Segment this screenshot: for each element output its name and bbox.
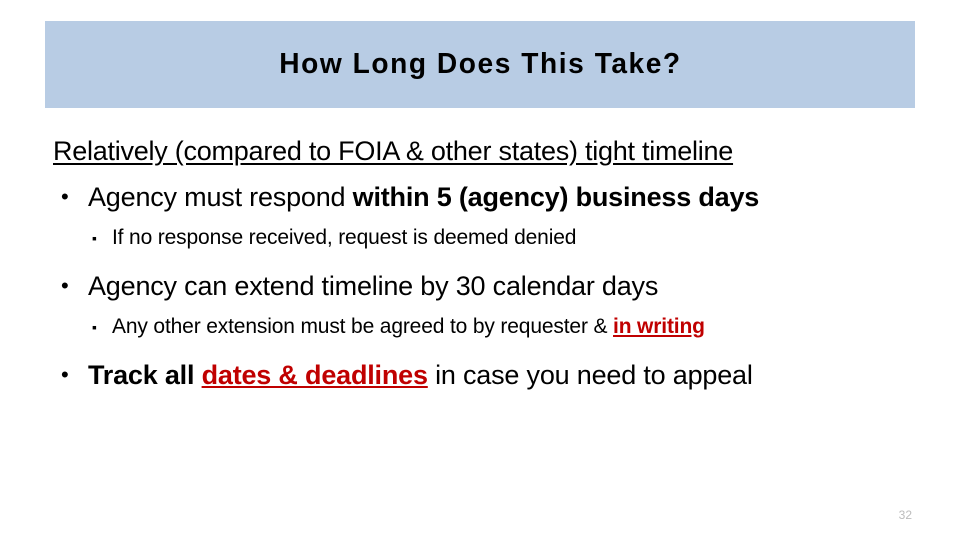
sub-bullet-text: If no response received, request is deem…	[112, 226, 577, 249]
slide-body: Relatively (compared to FOIA & other sta…	[52, 131, 912, 397]
sub-bullet-item: ▪ If no response received, request is de…	[52, 219, 912, 257]
bullet-marker-square-icon: ▪	[92, 230, 97, 246]
bullet-text-bold: within 5 (agency) business days	[352, 182, 760, 212]
bullet-text-normal: in case you need to appeal	[427, 360, 753, 390]
bullet-text-bold: Track all	[88, 360, 202, 390]
bullet-item: • Agency must respond within 5 (agency) …	[52, 175, 912, 219]
page-title: How Long Does This Take?	[278, 48, 682, 80]
title-band: How Long Does This Take?	[45, 21, 915, 108]
slide-canvas: How Long Does This Take? Relatively (com…	[0, 0, 960, 540]
bullet-marker-dot-icon: •	[61, 362, 69, 387]
bullet-marker-square-icon: ▪	[92, 319, 97, 335]
lead-statement-text: Relatively (compared to FOIA & other sta…	[53, 136, 734, 166]
bullet-text-normal: Agency can extend timeline by 30 calenda…	[88, 271, 659, 301]
lead-statement: Relatively (compared to FOIA & other sta…	[52, 131, 912, 171]
bullet-item: • Track all dates & deadlines in case yo…	[52, 353, 912, 397]
sub-bullet-text: Any other extension must be agreed to by…	[112, 315, 614, 338]
bullet-marker-dot-icon: •	[61, 184, 69, 209]
bullet-marker-dot-icon: •	[61, 273, 69, 298]
sub-bullet-item: ▪ Any other extension must be agreed to …	[52, 308, 912, 346]
page-number: 32	[898, 508, 912, 522]
bullet-item: • Agency can extend timeline by 30 calen…	[52, 264, 912, 308]
sub-bullet-emphasis-text: in writing	[613, 315, 705, 338]
bullet-emphasis-text: dates & deadlines	[201, 360, 428, 390]
bullet-text-normal: Agency must respond	[88, 182, 353, 212]
